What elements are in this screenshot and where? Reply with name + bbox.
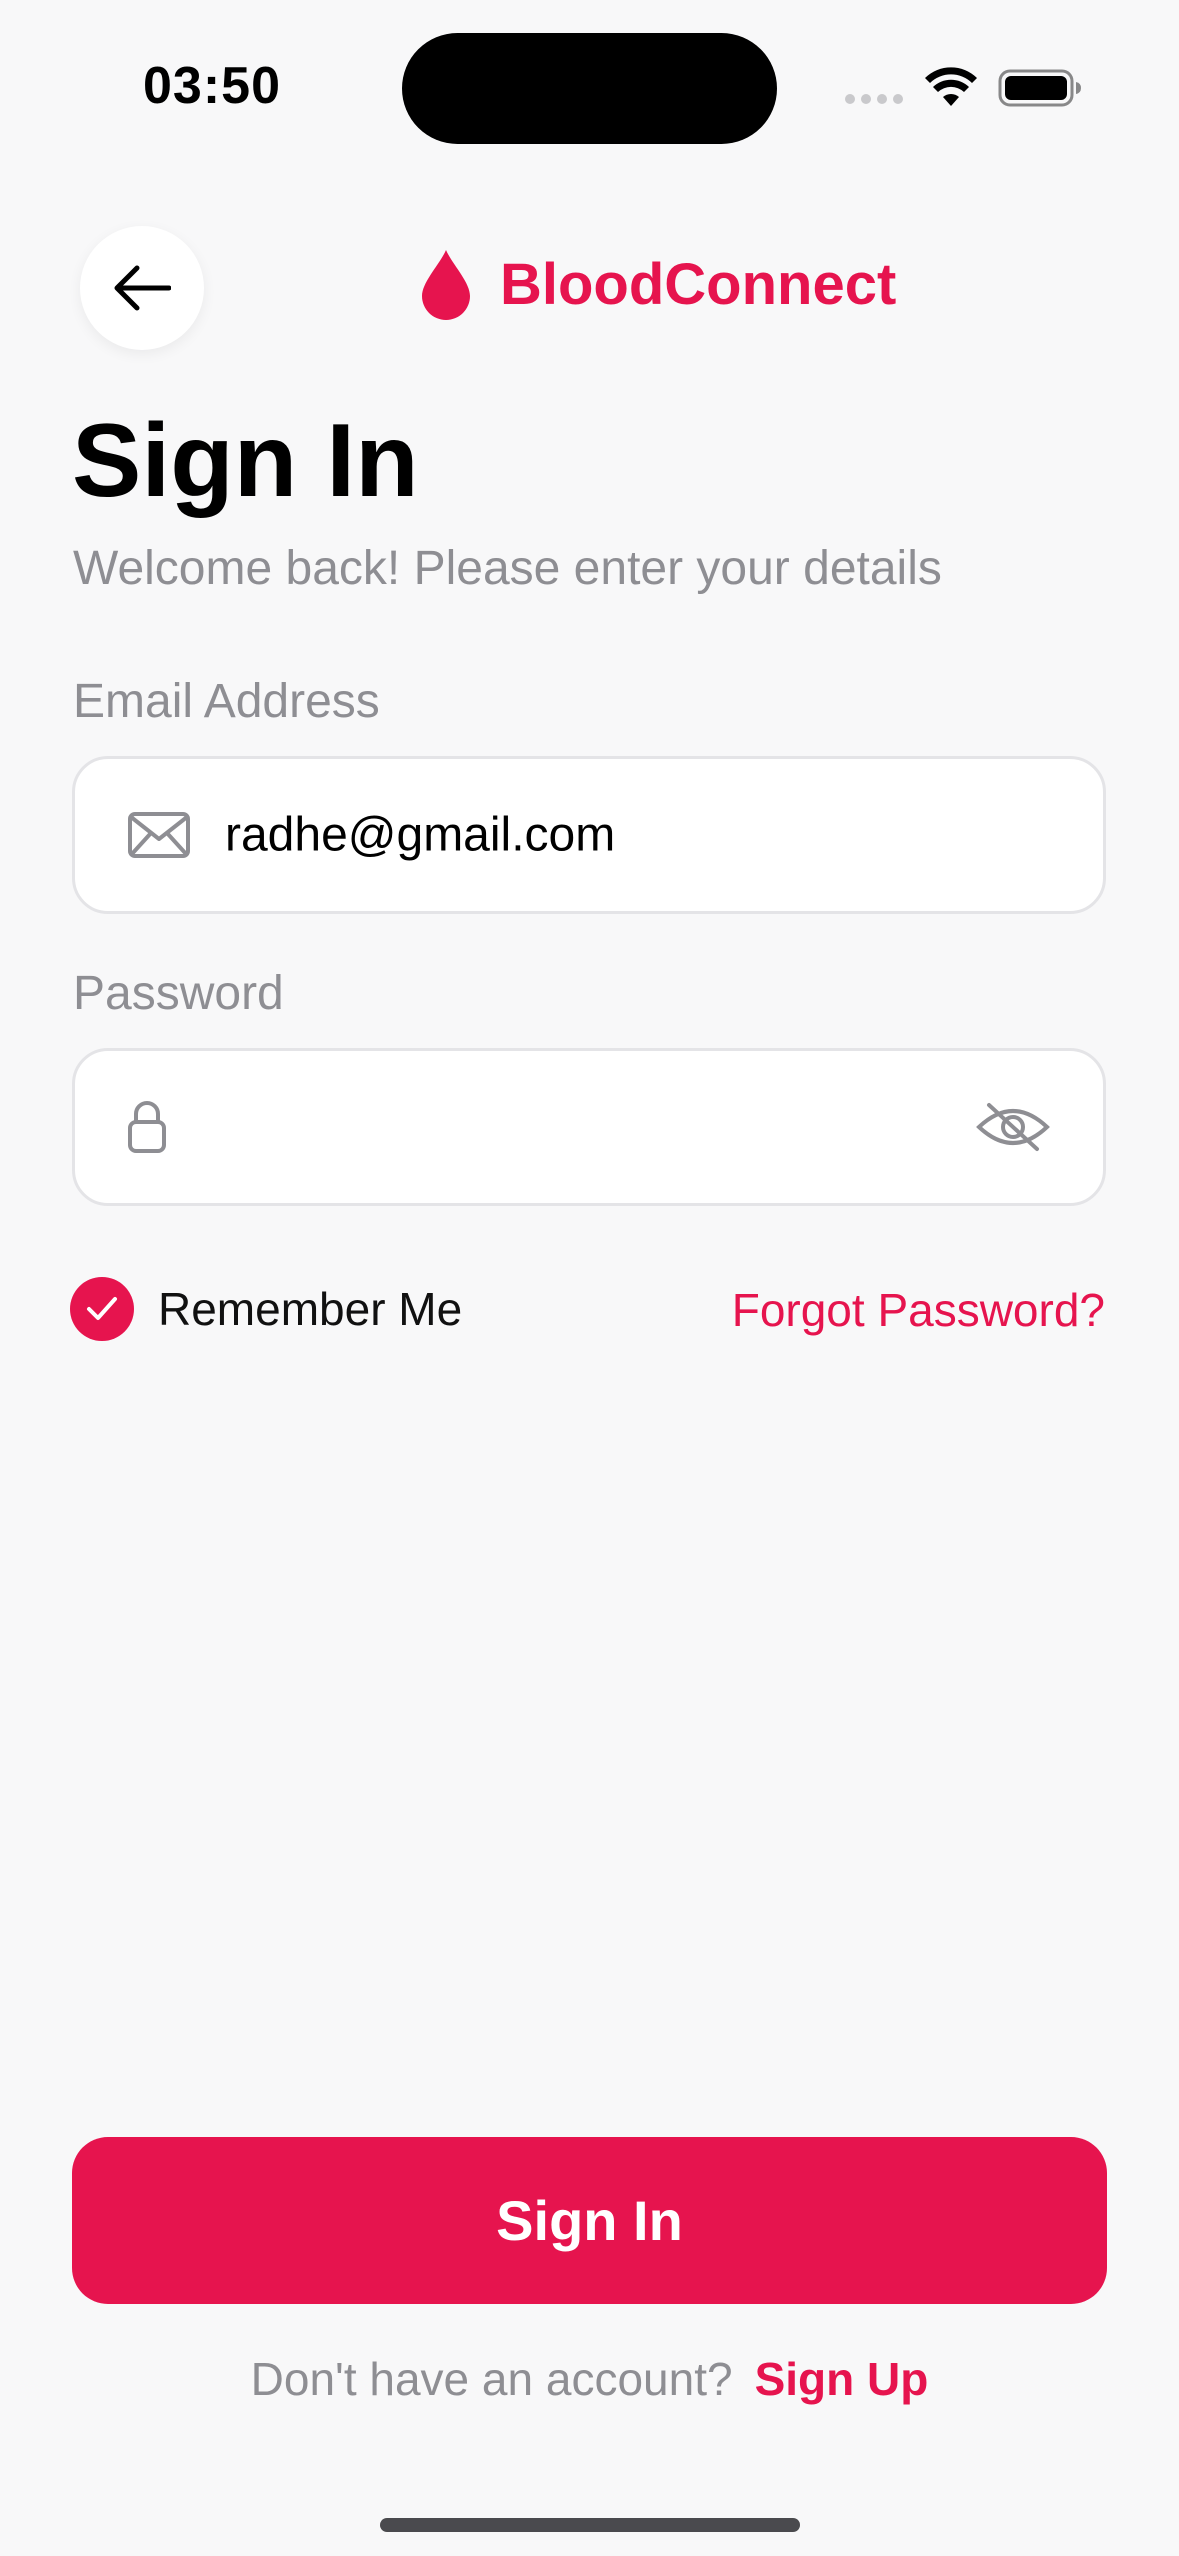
sign-in-button[interactable]: Sign In [72,2137,1107,2304]
back-button[interactable] [80,226,204,350]
sign-up-link[interactable]: Sign Up [755,2353,929,2405]
email-field[interactable] [72,756,1106,914]
wifi-icon [925,67,977,106]
email-label: Email Address [73,675,380,728]
password-input[interactable] [225,1099,1005,1155]
mail-icon [128,812,190,858]
lock-icon [128,1101,166,1153]
forgot-password-link[interactable]: Forgot Password? [732,1283,1105,1337]
remember-me-label: Remember Me [158,1283,463,1335]
home-indicator [380,2518,800,2532]
battery-icon [998,69,1081,107]
arrow-left-icon [114,265,171,311]
sign-in-screen: 03:50 BloodConnect Sign In Welcome back!… [0,0,1179,2556]
status-time: 03:50 [143,57,281,115]
signup-prompt: Don't have an account? [250,2353,733,2405]
email-input[interactable] [225,807,1005,863]
brand-name: BloodConnect [500,251,897,317]
signup-row: Don't have an account? Sign Up [0,2352,1179,2406]
blood-drop-icon [422,250,470,320]
checkbox-checked-icon[interactable] [70,1277,134,1341]
eye-off-icon[interactable] [975,1099,1051,1155]
remember-me-toggle[interactable]: Remember Me [70,1277,462,1341]
dynamic-island [402,33,777,144]
page-subtitle: Welcome back! Please enter your details [73,542,942,595]
checkmark-icon [87,1297,117,1320]
password-label: Password [73,967,284,1020]
signal-dots-icon [845,94,903,104]
brand-logo: BloodConnect [420,248,896,320]
page-title: Sign In [72,403,419,519]
password-field[interactable] [72,1048,1106,1206]
